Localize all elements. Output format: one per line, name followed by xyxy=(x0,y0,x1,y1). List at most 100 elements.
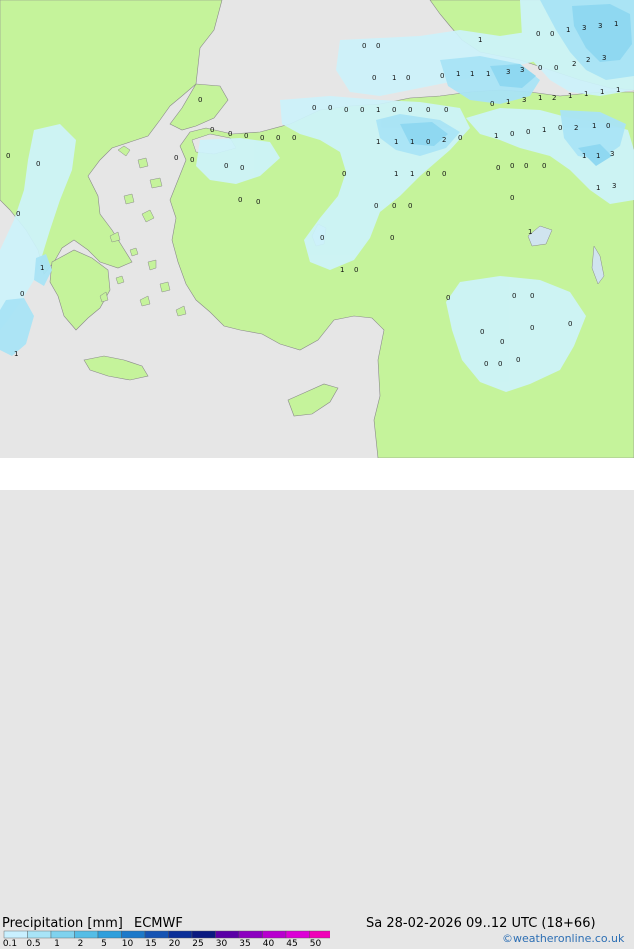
value-label: 0 xyxy=(426,106,430,114)
value-label: 0 xyxy=(244,132,248,140)
value-label: 0 xyxy=(440,72,444,80)
color-scale-swatch xyxy=(262,930,287,939)
value-label: 0 xyxy=(198,96,202,104)
value-label: 0 xyxy=(342,170,346,178)
value-label: 0 xyxy=(484,360,488,368)
value-label: 0 xyxy=(526,128,530,136)
value-label: 0 xyxy=(542,162,546,170)
value-label: 0 xyxy=(516,356,520,364)
value-label: 0 xyxy=(20,290,24,298)
value-label: 0 xyxy=(426,138,430,146)
value-label: 1 xyxy=(582,152,586,160)
value-label: 1 xyxy=(528,228,532,236)
color-scale-swatch xyxy=(168,930,193,939)
value-label: 2 xyxy=(552,94,556,102)
value-label: 0 xyxy=(524,162,528,170)
value-label: 0 xyxy=(500,338,504,346)
value-label: 3 xyxy=(610,150,614,158)
color-scale-tick-label: 0.1 xyxy=(2,939,18,949)
value-label: 0 xyxy=(360,106,364,114)
value-label: 1 xyxy=(600,88,604,96)
value-label: 0 xyxy=(406,74,410,82)
value-label: 3 xyxy=(506,68,510,76)
value-label: 3 xyxy=(598,22,602,30)
value-label: 1 xyxy=(14,350,18,358)
value-label: 0 xyxy=(530,292,534,300)
value-label: 0 xyxy=(496,164,500,172)
value-label: 1 xyxy=(392,74,396,82)
color-scale-bar xyxy=(3,930,330,939)
color-scale-swatch xyxy=(238,930,263,939)
color-scale-swatch xyxy=(215,930,240,939)
color-scale-tick-label: 35 xyxy=(239,939,251,949)
color-scale-swatch xyxy=(285,930,310,939)
value-label: 0 xyxy=(558,124,562,132)
value-label: 0 xyxy=(498,360,502,368)
color-scale-tick-label: 50 xyxy=(309,939,322,949)
color-scale-tick-label: 40 xyxy=(262,939,275,949)
value-label: 0 xyxy=(442,170,446,178)
value-label: 2 xyxy=(442,136,446,144)
color-scale-swatch xyxy=(144,930,169,939)
value-label: 0 xyxy=(392,106,396,114)
value-label: 3 xyxy=(582,24,586,32)
value-label: 2 xyxy=(572,60,576,68)
valid-datetime: Sa 28-02-2026 09..12 UTC (18+66) xyxy=(366,916,596,931)
value-label: 0 xyxy=(240,164,244,172)
value-label: 0 xyxy=(606,122,610,130)
value-label: 1 xyxy=(592,122,596,130)
value-label: 0 xyxy=(36,160,40,168)
value-label: 0 xyxy=(510,194,514,202)
value-label: 0 xyxy=(536,30,540,38)
value-label: 0 xyxy=(392,202,396,210)
value-label: 3 xyxy=(602,54,606,62)
value-label: 2 xyxy=(574,124,578,132)
color-scale-swatch xyxy=(309,930,330,939)
color-scale-swatch xyxy=(27,930,52,939)
value-label: 0 xyxy=(238,196,242,204)
value-label: 0 xyxy=(276,134,280,142)
value-label: 0 xyxy=(446,294,450,302)
color-scale-tick-label: 15 xyxy=(145,939,157,949)
value-label: 0 xyxy=(444,106,448,114)
value-label: 0 xyxy=(538,64,542,72)
value-label: 1 xyxy=(410,138,414,146)
value-label: 0 xyxy=(174,154,178,162)
credit-link[interactable]: ©weatheronline.co.uk xyxy=(502,933,624,944)
value-label: 0 xyxy=(510,130,514,138)
value-label: 1 xyxy=(494,132,498,140)
value-label: 1 xyxy=(394,170,398,178)
value-label: 0 xyxy=(376,42,380,50)
color-scale-tick-label: 30 xyxy=(215,939,228,949)
value-label: 0 xyxy=(210,126,214,134)
value-label: 1 xyxy=(616,86,620,94)
value-label: 1 xyxy=(478,36,482,44)
color-scale-swatch xyxy=(50,930,75,939)
color-scale-tick-label: 1 xyxy=(54,939,60,949)
value-label: 0 xyxy=(6,152,10,160)
color-scale-swatch xyxy=(3,930,28,939)
color-scale-tick-label: 0.5 xyxy=(26,939,41,949)
value-label: 0 xyxy=(320,234,324,242)
color-scale-tick-label: 45 xyxy=(286,939,298,949)
value-label: 3 xyxy=(522,96,526,104)
value-label: 0 xyxy=(408,106,412,114)
value-label: 0 xyxy=(362,42,366,50)
value-label: 0 xyxy=(550,30,554,38)
color-scale-swatch xyxy=(121,930,146,939)
value-label: 1 xyxy=(410,170,414,178)
value-label: 0 xyxy=(312,104,316,112)
value-label: 1 xyxy=(596,152,600,160)
map-canvas: 0 0 0 1 0 0 1 1 1 3 3 0 0 2 2 3 0 0 1 3 … xyxy=(0,0,634,458)
color-scale-swatch xyxy=(74,930,99,939)
value-label: 1 xyxy=(376,106,380,114)
model-name: ECMWF xyxy=(134,916,183,931)
value-label: 1 xyxy=(456,70,460,78)
color-scale-tick-label: 10 xyxy=(121,939,134,949)
value-label: 3 xyxy=(612,182,616,190)
value-label: 1 xyxy=(470,70,474,78)
value-label: 0 xyxy=(256,198,260,206)
color-scale-tick-label: 2 xyxy=(77,939,84,949)
value-label: 1 xyxy=(596,184,600,192)
value-label: 0 xyxy=(224,162,228,170)
